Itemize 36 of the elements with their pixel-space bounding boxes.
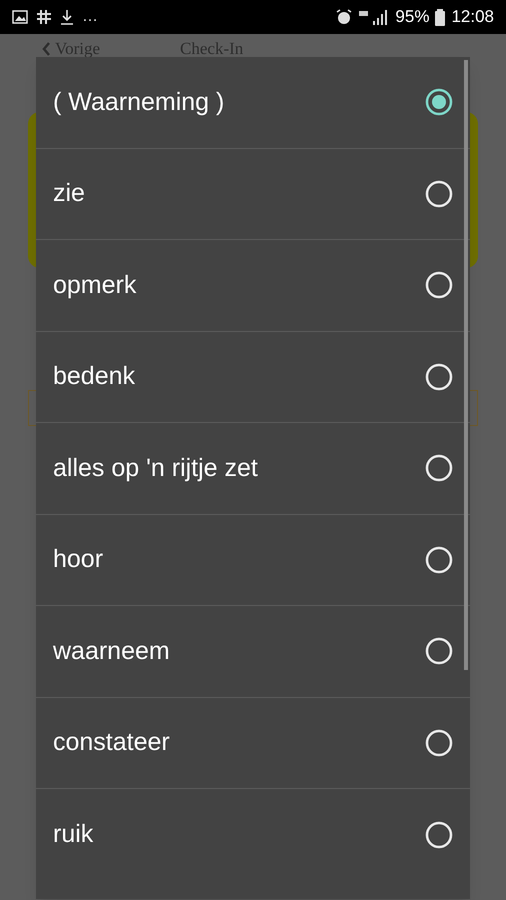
more-notifications-text: …	[82, 7, 98, 27]
radio-icon[interactable]	[425, 546, 453, 574]
radio-icon[interactable]	[425, 454, 453, 482]
option-label: waarneem	[53, 636, 170, 666]
option-row[interactable]: ( Waarneming )	[36, 57, 470, 148]
option-row[interactable]: ruik	[36, 789, 470, 880]
option-row[interactable]: hoor	[36, 514, 470, 606]
option-label: alles op 'n rijtje zet	[53, 452, 258, 484]
image-icon	[12, 10, 28, 24]
option-label: constateer	[53, 727, 170, 758]
battery-icon	[435, 8, 446, 26]
signal-icon	[359, 9, 390, 25]
option-row[interactable]: bedenk	[36, 332, 470, 423]
option-label: hoor	[53, 544, 104, 575]
alarm-icon	[335, 8, 354, 26]
option-row[interactable]: waarneem	[36, 606, 470, 698]
radio-icon[interactable]	[425, 820, 453, 849]
option-row[interactable]: alles op 'n rijtje zet	[36, 423, 470, 514]
radio-icon[interactable]	[425, 271, 453, 300]
option-label: ( Waarneming )	[53, 86, 224, 118]
radio-icon[interactable]	[425, 728, 453, 757]
clock-time: 12:08	[451, 6, 494, 28]
radio-icon[interactable]	[425, 362, 453, 391]
option-row[interactable]: zie	[36, 148, 470, 240]
radio-icon[interactable]	[425, 637, 453, 666]
radio-selected-icon[interactable]	[425, 88, 453, 116]
radio-icon[interactable]	[425, 180, 453, 208]
option-label: zie	[53, 178, 85, 209]
option-row[interactable]: constateer	[36, 698, 470, 789]
hash-icon	[36, 9, 52, 25]
download-icon	[60, 9, 74, 25]
option-row[interactable]: opmerk	[36, 240, 470, 332]
option-label: opmerk	[53, 270, 136, 300]
option-label: ruik	[53, 819, 94, 850]
option-label: bedenk	[53, 361, 136, 392]
battery-percentage: 95%	[395, 6, 430, 28]
